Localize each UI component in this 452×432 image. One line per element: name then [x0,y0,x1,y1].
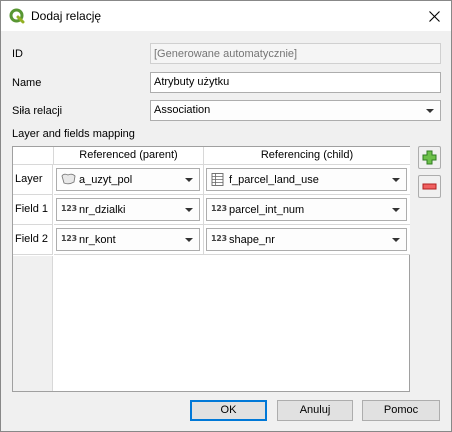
table-row: f_parcel_land_use [204,165,410,195]
column-header-child[interactable]: Referencing (child) [204,147,410,165]
chevron-down-icon [426,109,434,113]
chevron-down-icon [392,208,400,212]
numeric-field-icon: 123 [61,234,77,243]
table-layer-icon [211,173,224,186]
table-row: 123 nr_kont [54,225,204,255]
strength-value: Association [154,104,211,116]
title-bar: Dodaj relację [1,1,451,31]
parent-field-2-value: nr_kont [79,234,116,246]
chevron-down-icon [185,178,193,182]
remove-field-pair-button[interactable] [418,175,441,198]
close-button[interactable] [417,1,451,31]
chevron-down-icon [392,238,400,242]
chevron-down-icon [185,208,193,212]
row-header-field-1: Field 1 [13,195,53,225]
chevron-down-icon [392,178,400,182]
qgis-logo-icon [9,8,25,24]
table-row: 123 parcel_int_num [204,195,410,225]
name-label: Name [12,77,42,89]
mapping-label: Layer and fields mapping [12,128,135,140]
polygon-layer-icon [61,173,76,185]
table-corner [13,147,54,165]
numeric-field-icon: 123 [211,234,227,243]
close-icon [428,10,440,22]
window-title: Dodaj relację [31,9,102,23]
parent-field-1-value: nr_dzialki [79,204,126,216]
name-value: Atrybuty użytku [154,76,230,88]
chevron-down-icon [185,238,193,242]
table-row: 123 nr_dzialki [54,195,204,225]
id-field[interactable] [150,43,441,64]
row-header-field-2: Field 2 [13,225,53,255]
child-field-1-value: parcel_int_num [229,204,305,216]
numeric-field-icon: 123 [61,204,77,213]
parent-field-2-combo[interactable]: 123 nr_kont [56,228,200,251]
parent-layer-value: a_uzyt_pol [79,174,133,186]
plus-icon [422,150,437,165]
cancel-button[interactable]: Anuluj [277,400,353,421]
strength-label: Siła relacji [12,105,63,117]
add-field-pair-button[interactable] [418,146,441,169]
child-field-2-combo[interactable]: 123 shape_nr [206,228,407,251]
row-header-filler [13,256,53,391]
child-layer-value: f_parcel_land_use [229,174,319,186]
mapping-table: Referenced (parent) Referencing (child) … [12,146,410,392]
numeric-field-icon: 123 [211,204,227,213]
child-field-2-value: shape_nr [229,234,275,246]
child-field-1-combo[interactable]: 123 parcel_int_num [206,198,407,221]
table-row: a_uzyt_pol [54,165,204,195]
strength-dropdown[interactable]: Association [150,100,441,121]
row-header-layer: Layer [13,165,53,195]
id-label: ID [12,48,23,60]
column-header-parent[interactable]: Referenced (parent) [54,147,204,165]
name-field[interactable]: Atrybuty użytku [150,72,441,93]
help-button[interactable]: Pomoc [362,400,440,421]
minus-icon [422,183,437,190]
add-relation-dialog: Dodaj relację ID Name Atrybuty użytku Si… [0,0,452,432]
child-layer-combo[interactable]: f_parcel_land_use [206,168,407,191]
ok-button[interactable]: OK [190,400,267,421]
parent-field-1-combo[interactable]: 123 nr_dzialki [56,198,200,221]
table-row: 123 shape_nr [204,225,410,255]
parent-layer-combo[interactable]: a_uzyt_pol [56,168,200,191]
